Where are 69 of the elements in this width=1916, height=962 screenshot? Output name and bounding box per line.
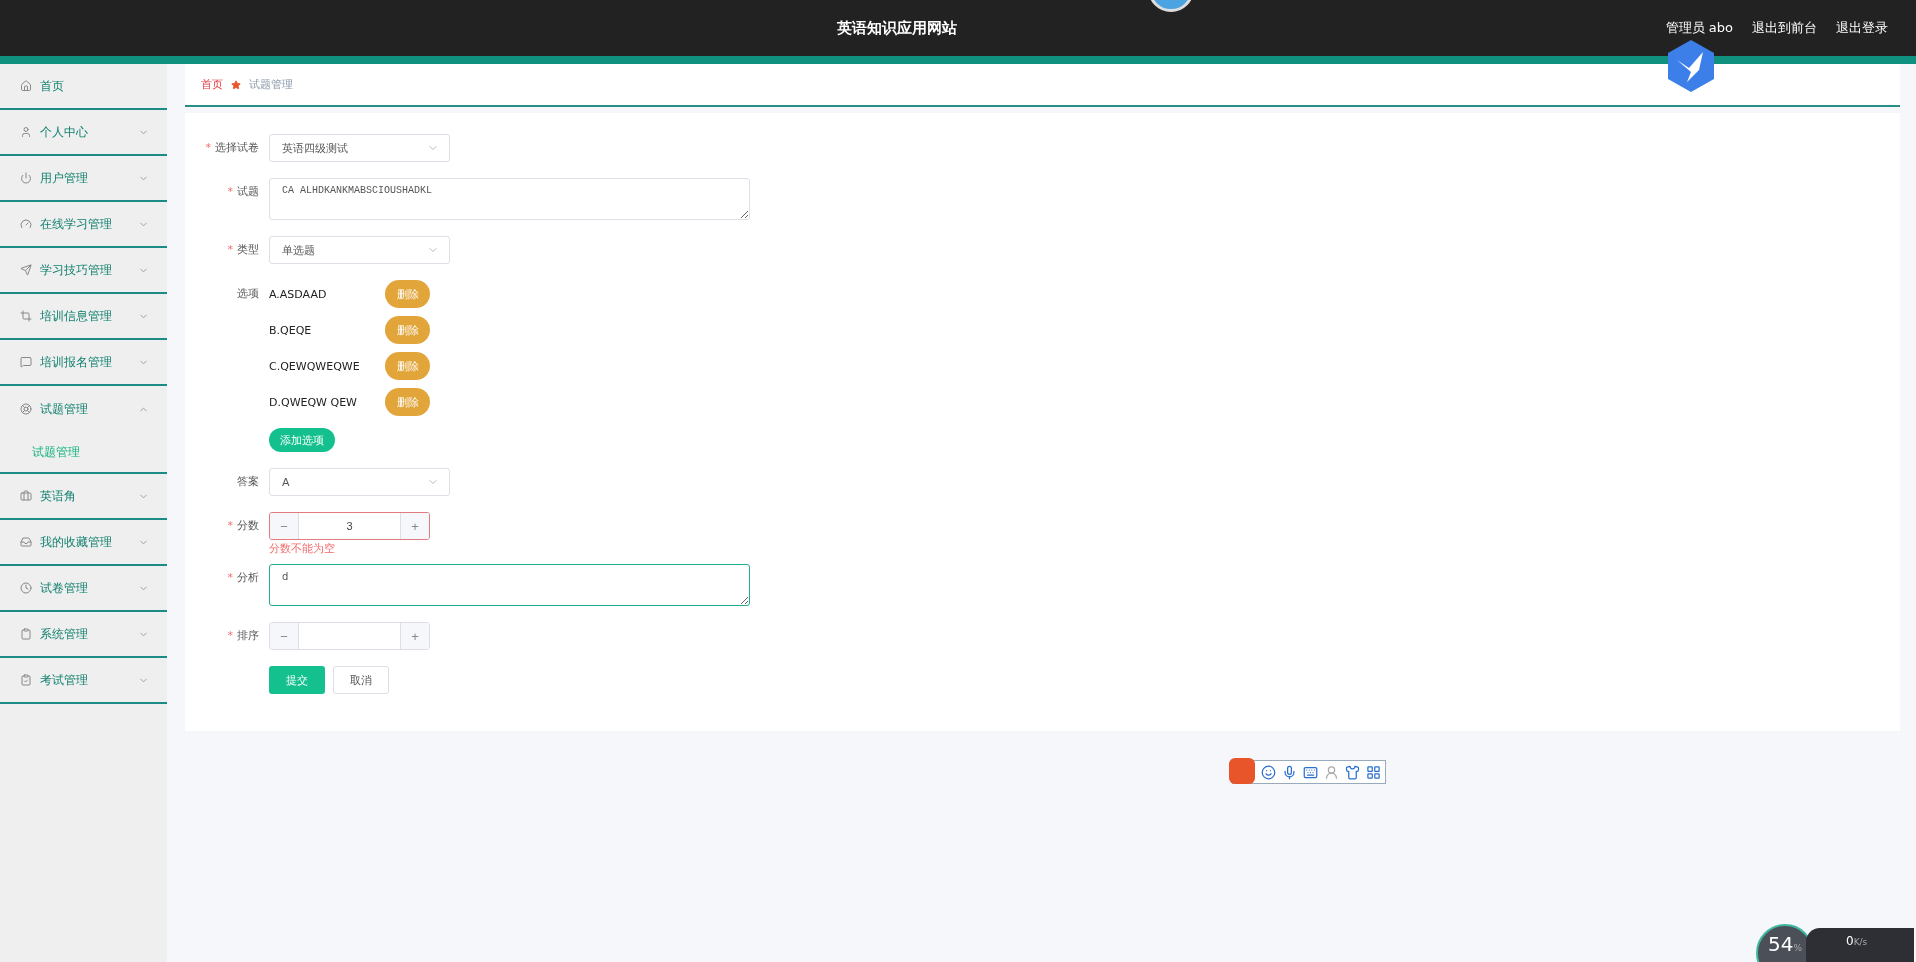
speed-meter: 0K/s — [1806, 928, 1914, 962]
answer-select[interactable]: A — [269, 468, 450, 496]
header-link[interactable]: 管理员 abo — [1665, 19, 1733, 37]
field-label: 选项 — [236, 286, 260, 302]
menu-icon — [20, 126, 32, 138]
error-message: 分数不能为空 — [269, 541, 336, 556]
option-text: B.QEQE — [269, 323, 313, 337]
menu-icon — [20, 218, 32, 230]
shirt-icon[interactable] — [1345, 764, 1360, 780]
increment-button[interactable]: + — [400, 623, 429, 649]
menu-icon — [20, 582, 32, 594]
submit-button[interactable]: 提交 — [269, 666, 325, 694]
sidebar-item[interactable]: 用户管理 — [0, 156, 167, 202]
breadcrumb-link[interactable]: 首页 — [201, 77, 223, 92]
sidebar-item[interactable]: 考试管理 — [0, 658, 167, 704]
sidebar-item[interactable]: 试卷管理 — [0, 566, 167, 612]
grid-icon[interactable] — [1366, 764, 1381, 780]
number-field[interactable]: − 3 + — [269, 512, 430, 540]
header-link[interactable]: 退出登录 — [1836, 19, 1888, 37]
cancel-button[interactable]: 取消 — [333, 666, 389, 694]
menu-icon — [20, 80, 32, 92]
field-label: * 试题 — [226, 184, 260, 200]
menu-icon — [20, 490, 32, 502]
keyboard-icon[interactable] — [1303, 764, 1318, 780]
field-label: 答案 — [236, 474, 260, 490]
breadcrumb-current: 试题管理 — [249, 77, 293, 92]
option-text: D.QWEQW QEW — [269, 395, 358, 409]
menu-icon — [20, 536, 32, 548]
sidebar-item[interactable]: 培训信息管理 — [0, 294, 167, 340]
emoji-icon[interactable] — [1261, 764, 1276, 780]
menu-icon — [20, 310, 32, 322]
decrement-button[interactable]: − — [270, 623, 299, 649]
question-field[interactable]: CA ALHDKANKMABSCIOUSHADKL — [269, 178, 750, 220]
sidebar-item[interactable]: 在线学习管理 — [0, 202, 167, 248]
number-field[interactable]: − + — [269, 622, 430, 650]
add-option-button[interactable]: 添加选项 — [269, 428, 335, 452]
bird-logo-icon[interactable] — [1665, 38, 1717, 94]
option-text: C.QEWQWEQWE — [269, 359, 361, 373]
star-icon — [231, 79, 241, 90]
field-label: * 选择试卷 — [204, 140, 260, 156]
field-label: * 排序 — [226, 628, 260, 644]
sidebar-item[interactable]: 英语角 — [0, 474, 167, 520]
increment-button[interactable]: + — [400, 513, 429, 539]
sidebar-item[interactable]: 个人中心 — [0, 110, 167, 156]
menu-icon — [20, 172, 32, 184]
menu-icon — [20, 356, 32, 368]
field-label: * 类型 — [226, 242, 260, 258]
menu-icon — [20, 403, 32, 415]
sidebar-item[interactable]: 培训报名管理 — [0, 340, 167, 386]
sidebar-item[interactable]: 学习技巧管理 — [0, 248, 167, 294]
option-text: A.ASDAAD — [269, 287, 328, 301]
sidebar-item[interactable]: 我的收藏管理 — [0, 520, 167, 566]
header-link[interactable]: 退出到前台 — [1752, 19, 1817, 37]
sidebar-item[interactable]: 首页 — [0, 64, 167, 110]
analysis-field[interactable]: d — [269, 564, 750, 606]
paper-select[interactable]: 英语四级测试 — [269, 134, 450, 162]
field-label: * 分数 — [226, 518, 260, 534]
type-select[interactable]: 单选题 — [269, 236, 450, 264]
sidebar-item[interactable]: 试题管理 — [0, 386, 167, 432]
microphone-icon[interactable] — [1282, 764, 1297, 780]
sidebar-item[interactable]: 系统管理 — [0, 612, 167, 658]
menu-icon — [20, 674, 32, 686]
decrement-button[interactable]: − — [270, 513, 299, 539]
menu-icon — [20, 264, 32, 276]
field-label: * 分析 — [226, 570, 260, 586]
submenu-item[interactable]: 试题管理 — [0, 432, 167, 472]
menu-icon — [20, 628, 32, 640]
site-title: 英语知识应用网站 — [835, 18, 958, 38]
ime-logo-icon[interactable] — [1229, 758, 1255, 784]
